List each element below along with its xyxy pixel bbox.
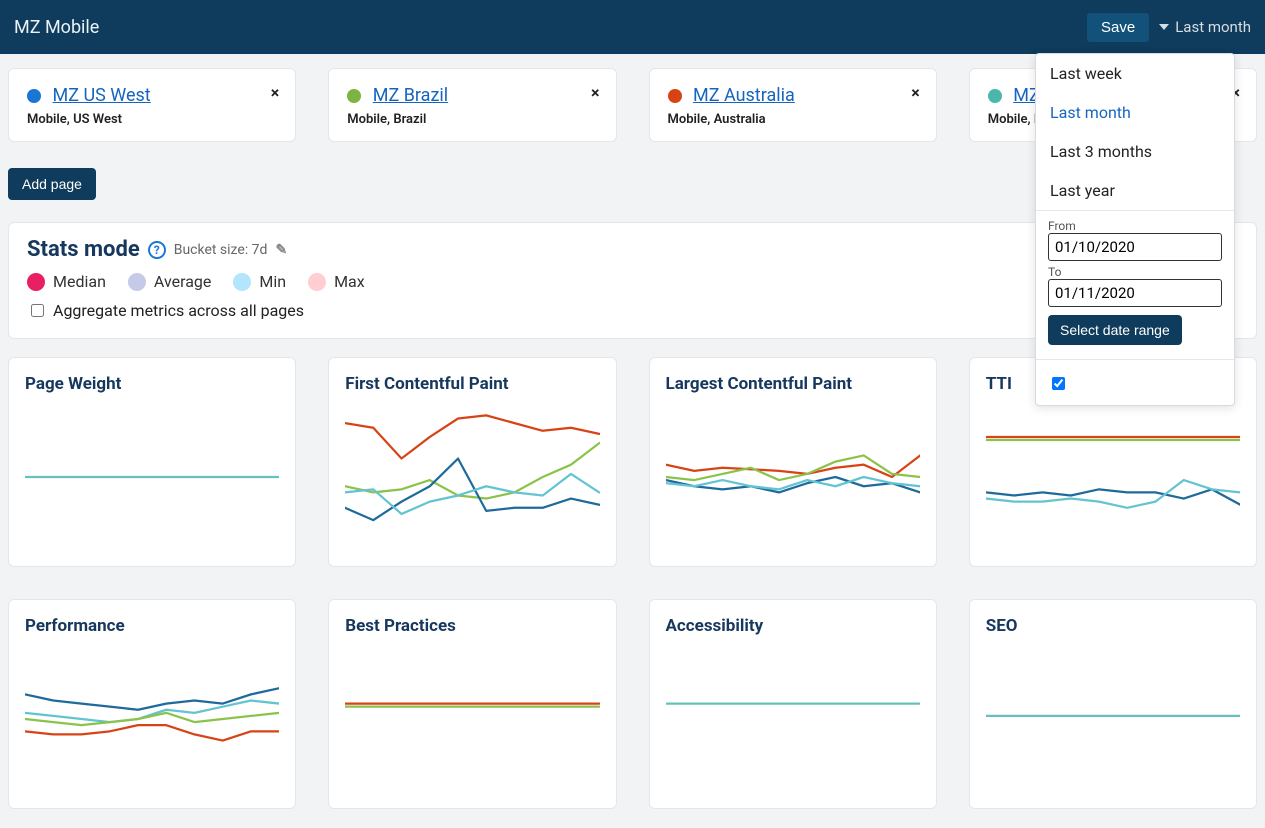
chart-body [666, 642, 920, 796]
page-card: MZ Brazil Mobile, Brazil × [328, 68, 616, 142]
stats-mode-label[interactable]: Stats mode [1074, 374, 1156, 393]
calendar-icon: 🗓 [1196, 239, 1214, 255]
date-range-option[interactable]: Last 3 months [1036, 132, 1234, 171]
app-title: MZ Mobile [14, 17, 99, 38]
page-card-title[interactable]: MZ Australia [693, 85, 795, 106]
page-card-title[interactable]: MZ Brazil [373, 85, 448, 106]
page-card-subtitle: Mobile, Brazil [347, 112, 597, 127]
chart-title: Accessibility [666, 616, 920, 636]
status-dot-icon [27, 89, 41, 103]
status-dot-icon [347, 89, 361, 103]
legend-dot-icon [308, 273, 326, 291]
legend-item[interactable]: Average [128, 272, 211, 291]
chart-card-best_practices[interactable]: Best Practices [328, 599, 616, 809]
date-range-option[interactable]: Last week [1036, 54, 1234, 93]
chart-title: Page Weight [25, 374, 279, 394]
chart-card-accessibility[interactable]: Accessibility [649, 599, 937, 809]
close-icon[interactable]: × [911, 83, 920, 102]
chart-body [986, 642, 1240, 796]
legend-label: Average [154, 272, 211, 291]
status-dot-icon [668, 89, 682, 103]
chart-body [986, 400, 1240, 554]
add-page-button[interactable]: Add page [8, 168, 96, 200]
chart-title: Performance [25, 616, 279, 636]
date-range-label: Last month [1175, 18, 1251, 36]
status-dot-icon [988, 89, 1002, 103]
legend-label: Max [334, 272, 365, 291]
chart-body [25, 642, 279, 796]
topbar: MZ Mobile Save Last month Last weekLast … [0, 0, 1265, 54]
legend-dot-icon [27, 273, 45, 291]
chart-body [345, 400, 599, 554]
help-icon[interactable]: ? [148, 241, 166, 259]
stats-heading: Stats mode [27, 237, 140, 262]
chart-title: First Contentful Paint [345, 374, 599, 394]
page-card: MZ US West Mobile, US West × [8, 68, 296, 142]
date-range-trigger[interactable]: Last month [1159, 18, 1251, 36]
close-icon[interactable]: × [271, 83, 280, 102]
select-date-range-button[interactable]: Select date range [1048, 315, 1182, 345]
from-label: From [1048, 219, 1222, 233]
legend-item[interactable]: Min [233, 272, 286, 291]
save-button[interactable]: Save [1087, 13, 1149, 42]
page-card: MZ Australia Mobile, Australia × [649, 68, 937, 142]
stats-mode-checkbox[interactable] [1052, 377, 1065, 390]
page-card-subtitle: Mobile, US West [27, 112, 277, 127]
legend-dot-icon [233, 273, 251, 291]
legend-item[interactable]: Median [27, 272, 106, 291]
page-card-subtitle: Mobile, Australia [668, 112, 918, 127]
chart-card-seo[interactable]: SEO [969, 599, 1257, 809]
date-range-popover: Last weekLast monthLast 3 monthsLast yea… [1035, 53, 1235, 406]
chart-card-lcp[interactable]: Largest Contentful Paint [649, 357, 937, 567]
chart-card-performance[interactable]: Performance [8, 599, 296, 809]
chevron-down-icon [1159, 24, 1169, 30]
chart-title: Largest Contentful Paint [666, 374, 920, 394]
legend-dot-icon [128, 273, 146, 291]
chart-body [345, 642, 599, 796]
chart-card-fcp[interactable]: First Contentful Paint [328, 357, 616, 567]
page-card-title[interactable]: MZ US West [52, 85, 150, 106]
aggregate-checkbox[interactable] [31, 304, 44, 317]
chart-title: SEO [986, 616, 1240, 636]
charts-grid: Page Weight First Contentful Paint Large… [8, 357, 1257, 809]
edit-bucket-icon[interactable]: ✎ [275, 242, 287, 258]
calendar-icon: 🗓 [1196, 285, 1214, 301]
to-label: To [1048, 265, 1222, 279]
legend-item[interactable]: Max [308, 272, 365, 291]
date-range-option[interactable]: Last month [1036, 93, 1234, 132]
legend-label: Min [259, 272, 286, 291]
aggregate-label[interactable]: Aggregate metrics across all pages [53, 301, 304, 320]
chart-card-page_weight[interactable]: Page Weight [8, 357, 296, 567]
close-icon[interactable]: × [591, 83, 600, 102]
chart-body [666, 400, 920, 554]
bucket-size-label: Bucket size: 7d [174, 242, 268, 258]
topbar-right: Save Last month Last weekLast monthLast … [1087, 13, 1251, 42]
chart-body [25, 400, 279, 554]
date-range-option[interactable]: Last year [1036, 171, 1234, 210]
chart-title: Best Practices [345, 616, 599, 636]
legend-label: Median [53, 272, 106, 291]
